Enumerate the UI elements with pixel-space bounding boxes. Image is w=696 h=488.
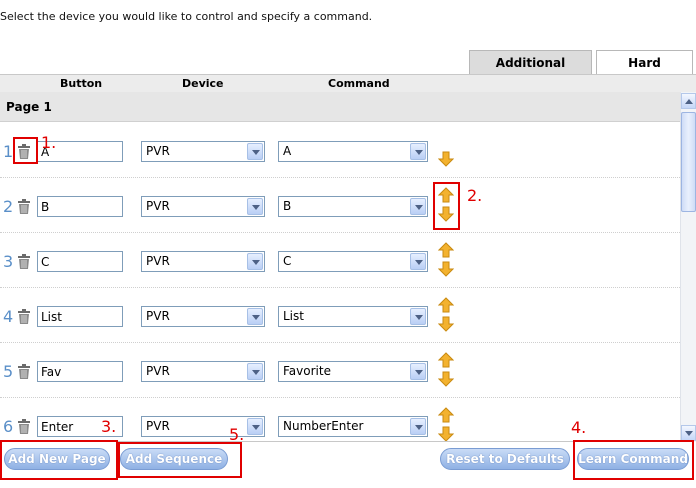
callout-box-move-arrows [433, 182, 460, 230]
device-select-value: PVR [146, 309, 170, 323]
arrow-down-icon[interactable] [437, 426, 455, 441]
column-header-row: Button Device Command [0, 74, 696, 92]
tab-bar: Additional Buttons Hard Buttons [469, 50, 693, 94]
device-select-value: PVR [146, 254, 170, 268]
table-row: 1 PVR A [0, 123, 680, 178]
command-select[interactable]: Favorite [278, 361, 428, 382]
vertical-scrollbar[interactable] [680, 92, 696, 442]
chevron-down-icon[interactable] [410, 253, 426, 270]
chevron-down-icon[interactable] [410, 363, 426, 380]
tab-hard-buttons[interactable]: Hard Buttons [596, 50, 693, 94]
command-select-value: A [283, 144, 292, 158]
scroll-thumb[interactable] [681, 112, 696, 212]
button-list-panel: Page 1 1 PVR A 2 PVR B 3 PVR C 4 PVR List 5 PVR Favori… [0, 92, 696, 442]
callout-box-add-page [0, 440, 118, 480]
row-number: 2 [3, 197, 14, 216]
device-select[interactable]: PVR [141, 416, 265, 437]
command-select[interactable]: A [278, 141, 428, 162]
device-select-value: PVR [146, 364, 170, 378]
table-row: 2 PVR B [0, 178, 680, 233]
table-row: 5 PVR Favorite [0, 343, 680, 398]
button-name-input[interactable] [37, 196, 123, 217]
callout-label-4: 4. [571, 418, 587, 437]
command-select[interactable]: NumberEnter [278, 416, 428, 437]
callout-box-add-sequence [118, 442, 242, 478]
trash-icon[interactable] [17, 254, 31, 269]
arrow-up-icon[interactable] [437, 297, 455, 313]
column-header-button: Button [60, 77, 103, 90]
chevron-down-icon[interactable] [410, 418, 426, 435]
callout-label-1: 1. [41, 133, 57, 152]
trash-icon[interactable] [17, 199, 31, 214]
callout-label-5: 5. [229, 425, 245, 444]
command-select-value: B [283, 199, 292, 213]
command-select-value: NumberEnter [283, 419, 364, 433]
trash-icon[interactable] [17, 309, 31, 324]
row-number: 4 [3, 307, 14, 326]
scroll-down-button[interactable] [681, 425, 696, 441]
trash-icon[interactable] [17, 364, 31, 379]
device-select-value: PVR [146, 199, 170, 213]
command-select[interactable]: C [278, 251, 428, 272]
instructions-text: Select the device you would like to cont… [0, 10, 373, 23]
callout-label-3: 3. [101, 417, 117, 436]
chevron-down-icon[interactable] [247, 418, 263, 435]
arrow-up-icon[interactable] [437, 242, 455, 258]
callout-box-delete [13, 137, 38, 164]
arrow-down-icon[interactable] [437, 261, 455, 277]
row-number: 1 [3, 142, 14, 161]
device-select-value: PVR [146, 144, 170, 158]
column-header-command: Command [328, 77, 390, 90]
command-select[interactable]: List [278, 306, 428, 327]
chevron-down-icon[interactable] [410, 198, 426, 215]
arrow-down-icon[interactable] [437, 371, 455, 387]
scroll-up-button[interactable] [681, 93, 696, 109]
reset-to-defaults-button[interactable]: Reset to Defaults [440, 448, 570, 470]
chevron-down-icon[interactable] [247, 308, 263, 325]
table-row: 3 PVR C [0, 233, 680, 288]
row-number: 3 [3, 252, 14, 271]
chevron-down-icon[interactable] [247, 253, 263, 270]
arrow-down-icon[interactable] [437, 316, 455, 332]
command-select-value: Favorite [283, 364, 331, 378]
page-title: Page 1 [0, 92, 680, 122]
button-name-input[interactable] [37, 306, 123, 327]
table-row: 4 PVR List [0, 288, 680, 343]
command-select-value: List [283, 309, 304, 323]
arrow-up-icon[interactable] [437, 352, 455, 368]
callout-label-2: 2. [467, 186, 483, 205]
command-select[interactable]: B [278, 196, 428, 217]
trash-icon[interactable] [17, 419, 31, 434]
device-select[interactable]: PVR [141, 196, 265, 217]
device-select-value: PVR [146, 419, 170, 433]
arrow-down-icon[interactable] [437, 151, 455, 167]
device-select[interactable]: PVR [141, 141, 265, 162]
button-name-input[interactable] [37, 251, 123, 272]
chevron-down-icon[interactable] [247, 198, 263, 215]
command-select-value: C [283, 254, 292, 268]
row-number: 6 [3, 417, 14, 436]
tab-additional-buttons[interactable]: Additional Buttons [469, 50, 592, 94]
chevron-down-icon[interactable] [247, 363, 263, 380]
device-select[interactable]: PVR [141, 361, 265, 382]
device-select[interactable]: PVR [141, 251, 265, 272]
chevron-down-icon[interactable] [247, 143, 263, 160]
callout-box-learn-command [573, 440, 694, 480]
chevron-down-icon[interactable] [410, 143, 426, 160]
row-number: 5 [3, 362, 14, 381]
device-select[interactable]: PVR [141, 306, 265, 327]
chevron-down-icon[interactable] [410, 308, 426, 325]
button-name-input[interactable] [37, 361, 123, 382]
column-header-device: Device [182, 77, 224, 90]
arrow-up-icon[interactable] [437, 407, 455, 423]
